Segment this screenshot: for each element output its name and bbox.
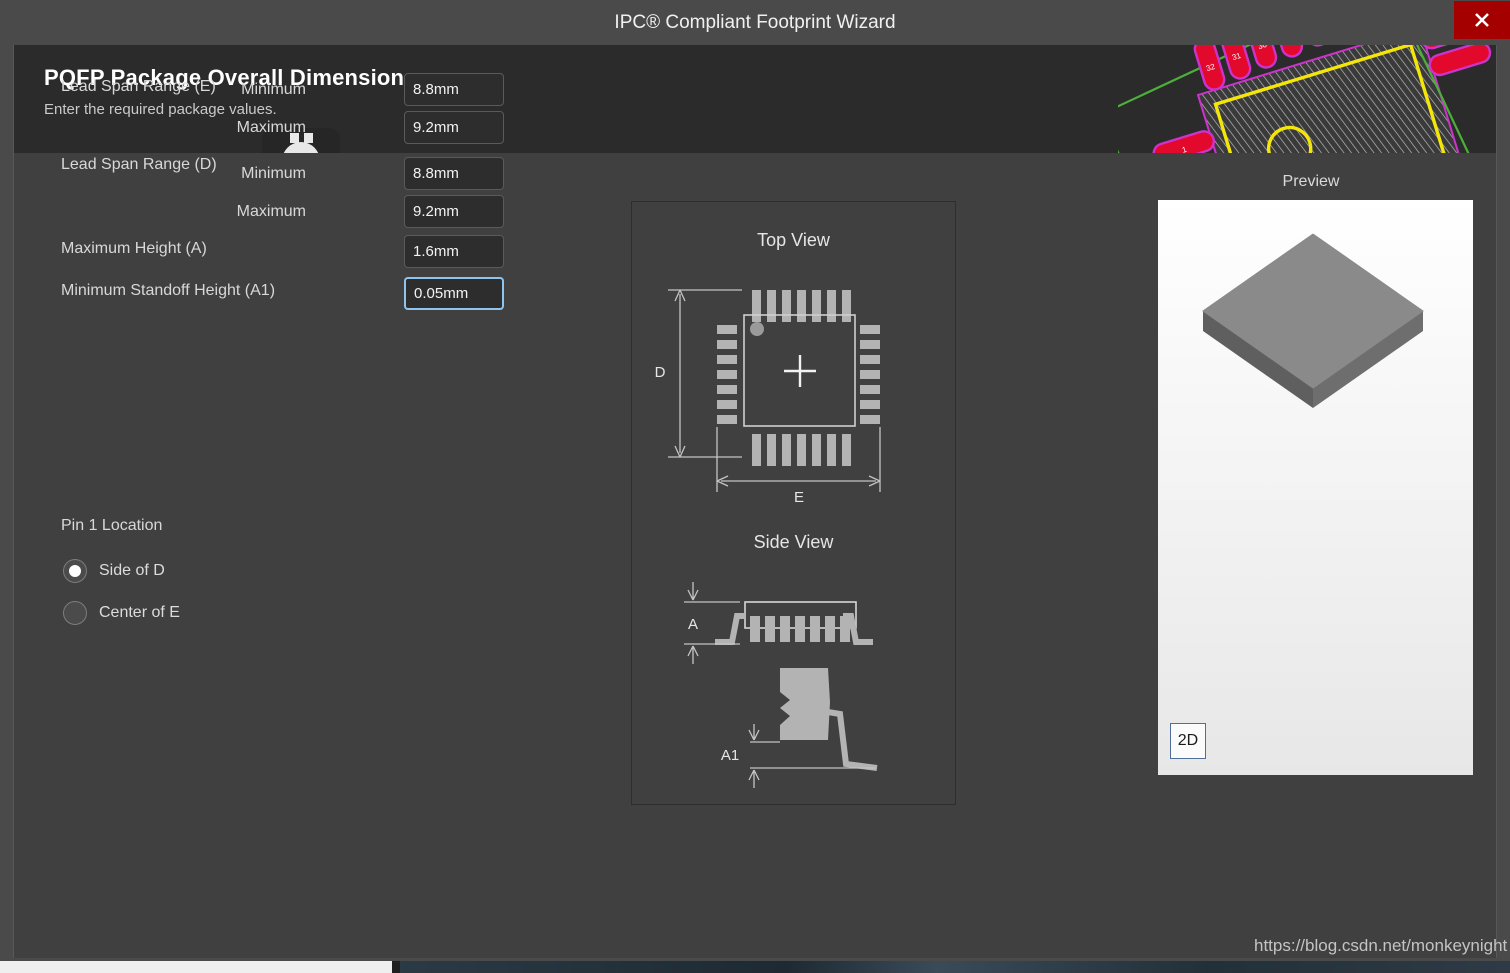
pin1-option-center-of-e[interactable]: Center of E bbox=[63, 601, 180, 625]
package-diagram-panel: Top View Side View D E A A1 bbox=[631, 201, 956, 805]
step-model-3d-icon bbox=[1202, 233, 1424, 408]
desktop-segment-light bbox=[0, 961, 392, 973]
label-d-maximum: Maximum bbox=[236, 203, 306, 220]
label-lead-span-d: Lead Span Range (D) bbox=[61, 156, 217, 173]
label-e-maximum: Maximum bbox=[236, 119, 306, 136]
title-bar: IPC® Compliant Footprint Wizard bbox=[0, 0, 1510, 45]
radio-selected-icon bbox=[63, 559, 87, 583]
dim-a-label: A bbox=[688, 616, 698, 633]
pin1-option-side-of-d-label: Side of D bbox=[99, 562, 165, 579]
pin1-location-title: Pin 1 Location bbox=[61, 517, 163, 534]
dim-a1-label: A1 bbox=[721, 747, 739, 764]
label-lead-span-e: Lead Span Range (E) bbox=[61, 78, 216, 95]
close-icon bbox=[1475, 13, 1489, 27]
label-minimum-standoff: Minimum Standoff Height (A1) bbox=[61, 282, 276, 299]
lead-span-d-max-input[interactable] bbox=[404, 195, 504, 228]
pcb-artwork-icon: 32 31 30 29 28 27 26 25 bbox=[1118, 45, 1496, 153]
page-subtitle: Enter the required package values. bbox=[44, 101, 277, 118]
minimum-standoff-input[interactable] bbox=[404, 277, 504, 310]
usb-plug-shape bbox=[282, 133, 320, 153]
label-maximum-height: Maximum Height (A) bbox=[61, 240, 207, 257]
radio-unselected-icon bbox=[63, 601, 87, 625]
pin1-option-center-of-e-label: Center of E bbox=[99, 604, 180, 621]
pin1-option-side-of-d[interactable]: Side of D bbox=[63, 559, 165, 583]
window-title: IPC® Compliant Footprint Wizard bbox=[614, 12, 896, 33]
lead-span-e-max-input[interactable] bbox=[404, 111, 504, 144]
wizard-window: IPC® Compliant Footprint Wizard PQFP Pac… bbox=[0, 0, 1510, 973]
desktop-strip bbox=[0, 961, 1510, 973]
package-drawing-icon: D E A A1 bbox=[655, 289, 881, 788]
desktop-segment-dark bbox=[392, 961, 400, 973]
toggle-2d-3d-button[interactable]: 2D bbox=[1170, 723, 1206, 759]
maximum-height-input[interactable] bbox=[404, 235, 504, 268]
label-e-minimum: Minimum bbox=[241, 81, 306, 98]
close-button[interactable] bbox=[1454, 1, 1510, 39]
window-body: PQFP Package Overall Dimensions Enter th… bbox=[13, 45, 1497, 958]
pcb-decoration-image: 32 31 30 29 28 27 26 25 bbox=[1118, 45, 1496, 153]
preview-label: Preview bbox=[1282, 173, 1340, 190]
lead-span-e-min-input[interactable] bbox=[404, 73, 504, 106]
label-d-minimum: Minimum bbox=[241, 165, 306, 182]
dim-d-label: D bbox=[655, 364, 666, 381]
dim-e-label: E bbox=[794, 489, 804, 506]
lead-span-d-min-input[interactable] bbox=[404, 157, 504, 190]
preview-viewport[interactable]: 2D bbox=[1158, 200, 1473, 775]
